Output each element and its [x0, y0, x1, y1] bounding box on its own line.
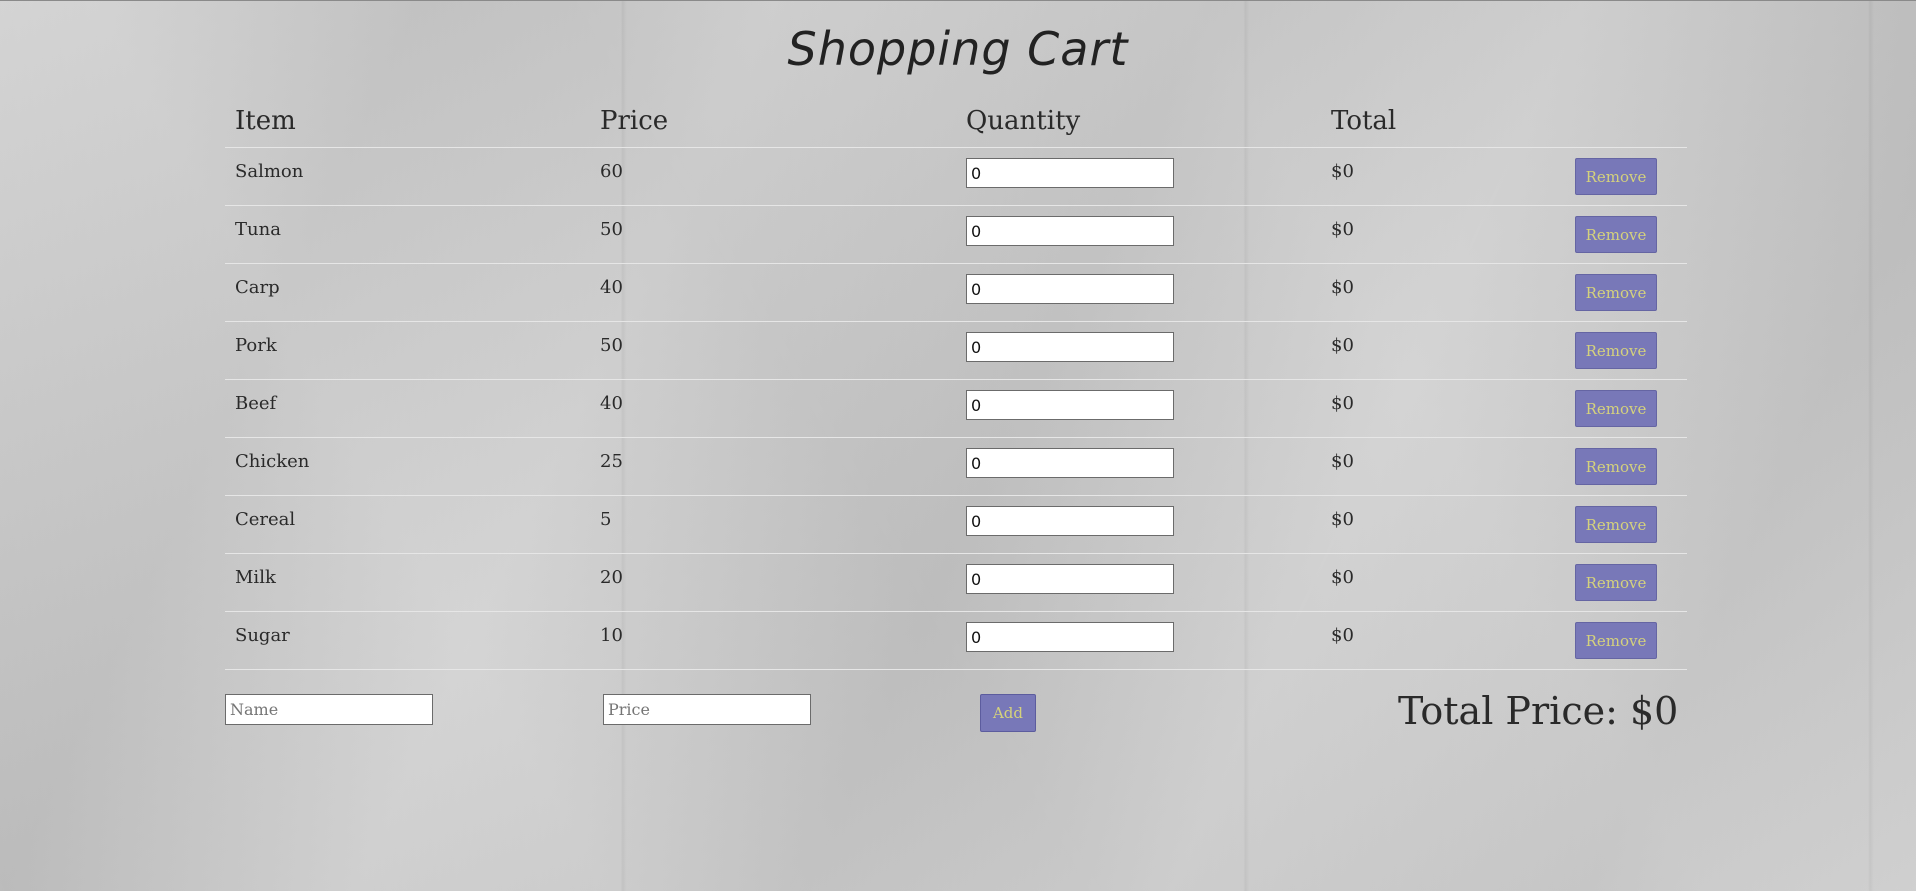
table-row: Chicken 25 $0 Remove	[225, 438, 1687, 496]
table-row: Pork 50 $0 Remove	[225, 322, 1687, 380]
item-total: $0	[1331, 451, 1354, 472]
item-quantity-cell	[956, 264, 1322, 321]
quantity-input[interactable]	[966, 622, 1174, 652]
table-row: Salmon 60 $0 Remove	[225, 148, 1687, 206]
item-name: Chicken	[235, 451, 310, 472]
remove-button[interactable]: Remove	[1575, 332, 1657, 369]
item-name: Milk	[235, 567, 276, 588]
remove-button[interactable]: Remove	[1575, 274, 1657, 311]
table-row: Milk 20 $0 Remove	[225, 554, 1687, 612]
item-name: Carp	[235, 277, 280, 298]
add-button[interactable]: Add	[980, 694, 1036, 732]
quantity-input[interactable]	[966, 506, 1174, 536]
item-quantity-cell	[956, 438, 1322, 495]
item-quantity-cell	[956, 148, 1322, 205]
remove-button[interactable]: Remove	[1575, 390, 1657, 427]
table-row: Cereal 5 $0 Remove	[225, 496, 1687, 554]
item-total: $0	[1331, 509, 1354, 530]
table-body: Salmon 60 $0 Remove Tuna 50 $0 Remove Carp 40 $0 Re…	[225, 148, 1687, 670]
item-name: Beef	[235, 393, 277, 414]
remove-button[interactable]: Remove	[1575, 564, 1657, 601]
header-item: Item	[235, 106, 296, 136]
item-price: 25	[600, 451, 623, 472]
item-quantity-cell	[956, 496, 1322, 553]
item-price: 50	[600, 219, 623, 240]
item-total: $0	[1331, 335, 1354, 356]
item-total: $0	[1331, 277, 1354, 298]
remove-button[interactable]: Remove	[1575, 216, 1657, 253]
item-name: Pork	[235, 335, 277, 356]
item-name: Cereal	[235, 509, 296, 530]
quantity-input[interactable]	[966, 448, 1174, 478]
remove-button[interactable]: Remove	[1575, 448, 1657, 485]
item-quantity-cell	[956, 322, 1322, 379]
item-total: $0	[1331, 161, 1354, 182]
table-row: Tuna 50 $0 Remove	[225, 206, 1687, 264]
item-name: Sugar	[235, 625, 290, 646]
item-total: $0	[1331, 219, 1354, 240]
top-border	[0, 0, 1916, 1]
header-price: Price	[600, 106, 669, 136]
item-quantity-cell	[956, 206, 1322, 263]
add-item-form: Add Total Price: $0	[0, 689, 1916, 743]
table-header-row: Item Price Quantity Total	[225, 95, 1687, 148]
item-price: 40	[600, 393, 623, 414]
quantity-input[interactable]	[966, 158, 1174, 188]
quantity-input[interactable]	[966, 564, 1174, 594]
item-price: 10	[600, 625, 623, 646]
item-price: 50	[600, 335, 623, 356]
item-name: Tuna	[235, 219, 281, 240]
quantity-input[interactable]	[966, 390, 1174, 420]
item-quantity-cell	[956, 612, 1322, 669]
page-title: Shopping Cart	[787, 22, 1129, 76]
total-price: Total Price: $0	[1398, 689, 1679, 733]
table-row: Beef 40 $0 Remove	[225, 380, 1687, 438]
item-total: $0	[1331, 625, 1354, 646]
header-quantity: Quantity	[966, 106, 1081, 136]
quantity-input[interactable]	[966, 332, 1174, 362]
item-quantity-cell	[956, 380, 1322, 437]
cart-table: Item Price Quantity Total Salmon 60 $0 Remo…	[225, 95, 1687, 670]
remove-button[interactable]: Remove	[1575, 506, 1657, 543]
header-total: Total	[1331, 106, 1397, 136]
quantity-input[interactable]	[966, 274, 1174, 304]
item-total: $0	[1331, 393, 1354, 414]
item-name: Salmon	[235, 161, 304, 182]
item-price: 5	[600, 509, 612, 530]
item-price: 40	[600, 277, 623, 298]
remove-button[interactable]: Remove	[1575, 158, 1657, 195]
remove-button[interactable]: Remove	[1575, 622, 1657, 659]
quantity-input[interactable]	[966, 216, 1174, 246]
item-quantity-cell	[956, 554, 1322, 611]
new-item-name-input[interactable]	[225, 694, 433, 725]
item-total: $0	[1331, 567, 1354, 588]
new-item-price-input[interactable]	[603, 694, 811, 725]
item-price: 20	[600, 567, 623, 588]
item-price: 60	[600, 161, 623, 182]
table-row: Carp 40 $0 Remove	[225, 264, 1687, 322]
table-row: Sugar 10 $0 Remove	[225, 612, 1687, 670]
